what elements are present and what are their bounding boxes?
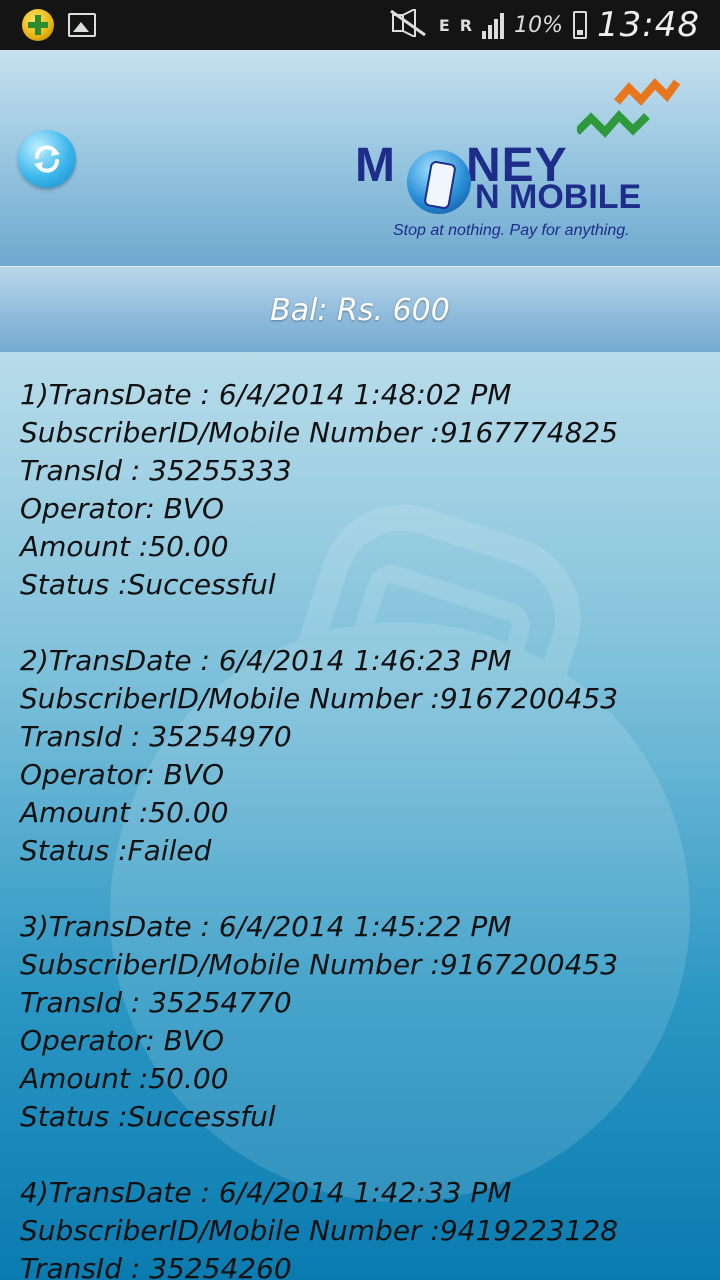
txn-date: 2)TransDate : 6/4/2014 1:46:23 PM (20, 644, 512, 677)
txn-date: 3)TransDate : 6/4/2014 1:45:22 PM (20, 910, 512, 943)
logo-tagline: Stop at nothing. Pay for anything. (393, 222, 630, 239)
data-arrows-icon: E (439, 15, 450, 36)
money-on-mobile-logo: M NEY N MOBILE Stop at nothing. Pay for a… (355, 70, 695, 250)
txn-status: Status :Failed (20, 834, 212, 867)
txn-subscriber: SubscriberID/Mobile Number :9167200453 (20, 948, 619, 981)
balance-text: Bal: Rs. 600 (270, 292, 450, 328)
txn-id: TransId : 35254260 (20, 1252, 292, 1280)
txn-id: TransId : 35255333 (20, 454, 292, 487)
txn-date: 1)TransDate : 6/4/2014 1:48:02 PM (20, 378, 512, 411)
clock: 13:48 (597, 5, 700, 45)
transaction-item: 2)TransDate : 6/4/2014 1:46:23 PM Subscr… (20, 642, 710, 870)
status-bar: E R 10% 13:48 (0, 0, 720, 50)
network-type-label: E (438, 15, 450, 35)
roaming-label: R (459, 15, 473, 35)
refresh-button[interactable] (18, 130, 76, 188)
txn-operator: Operator: BVO (20, 492, 225, 525)
txn-amount: Amount :50.00 (20, 530, 229, 563)
txn-status: Status :Successful (20, 568, 276, 601)
txn-subscriber: SubscriberID/Mobile Number :9167774825 (20, 416, 619, 449)
plus-badge-icon (22, 9, 54, 41)
logo-text-mobile: N MOBILE (475, 178, 642, 216)
signal-icon (482, 11, 505, 39)
txn-id: TransId : 35254770 (20, 986, 292, 1019)
growth-arrows-icon (577, 78, 681, 138)
transaction-item: 1)TransDate : 6/4/2014 1:48:02 PM Subscr… (20, 376, 710, 604)
mute-icon (389, 6, 429, 42)
image-icon (68, 13, 96, 37)
txn-subscriber: SubscriberID/Mobile Number :9167200453 (20, 682, 619, 715)
txn-status: Status :Successful (20, 1100, 276, 1133)
transaction-item: 4)TransDate : 6/4/2014 1:42:33 PM Subscr… (20, 1174, 710, 1280)
txn-operator: Operator: BVO (20, 758, 225, 791)
txn-subscriber: SubscriberID/Mobile Number :9419223128 (20, 1214, 619, 1247)
transaction-list: 1)TransDate : 6/4/2014 1:48:02 PM Subscr… (20, 376, 710, 1280)
txn-date: 4)TransDate : 6/4/2014 1:42:33 PM (20, 1176, 512, 1209)
refresh-icon (34, 145, 60, 173)
app-header: M NEY N MOBILE Stop at nothing. Pay for a… (0, 50, 720, 266)
txn-operator: Operator: BVO (20, 1024, 225, 1057)
txn-amount: Amount :50.00 (20, 1062, 229, 1095)
battery-percent: 10% (514, 12, 564, 38)
transaction-list-panel[interactable]: 1)TransDate : 6/4/2014 1:48:02 PM Subscr… (0, 352, 720, 1280)
txn-id: TransId : 35254970 (20, 720, 292, 753)
balance-bar: Bal: Rs. 600 (0, 266, 720, 353)
battery-charging-icon (573, 11, 588, 39)
txn-amount: Amount :50.00 (20, 796, 229, 829)
transaction-item: 3)TransDate : 6/4/2014 1:45:22 PM Subscr… (20, 908, 710, 1136)
